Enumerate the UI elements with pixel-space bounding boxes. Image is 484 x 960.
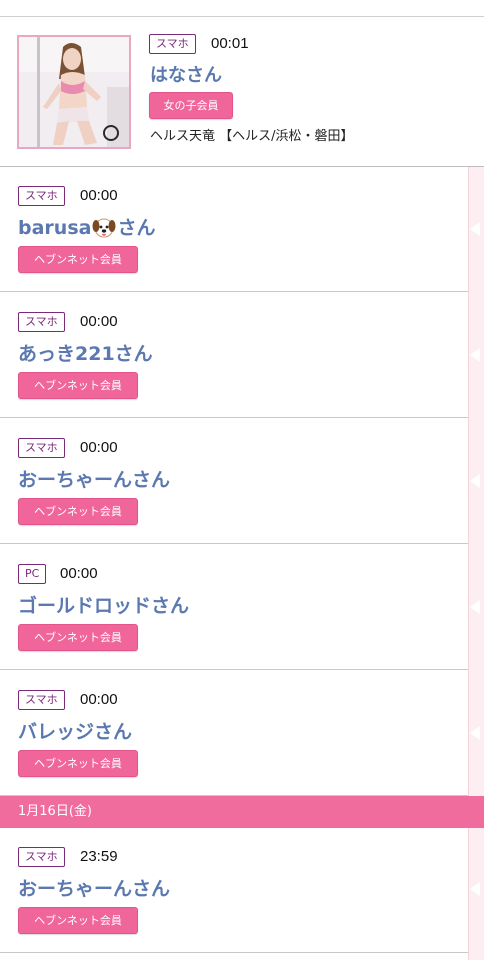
side-notch-icon (470, 222, 480, 236)
visitor-row[interactable]: スマホ 00:00 barusa さん ヘブンネット会員 (0, 167, 468, 292)
visitor-name[interactable]: おーちゃーんさん (18, 874, 170, 901)
shop-name[interactable]: ヘルス天竜 【ヘルス/浜松・磐田】 (150, 125, 354, 144)
device-badge: スマホ (18, 312, 65, 332)
visitor-name-prefix: barusa (18, 217, 92, 239)
visit-time: 00:00 (60, 565, 98, 582)
member-type-badge: 女の子会員 (149, 92, 233, 119)
device-badge: スマホ (18, 186, 65, 206)
visitor-name[interactable]: ゴールドロッドさん (18, 591, 189, 618)
visit-time: 00:01 (211, 35, 249, 52)
visit-time: 23:59 (80, 848, 118, 865)
visit-time: 00:00 (80, 187, 118, 204)
visit-time: 00:00 (80, 691, 118, 708)
side-strip (468, 167, 484, 960)
device-badge: スマホ (149, 34, 196, 54)
side-notch-icon (470, 600, 480, 614)
visitor-row[interactable]: スマホ 00:00 バレッジさん ヘブンネット会員 (0, 671, 468, 796)
dog-emoji-icon (92, 216, 116, 243)
device-badge: スマホ (18, 438, 65, 458)
side-notch-icon (470, 882, 480, 896)
date-header: 1月16日(金) (0, 796, 484, 828)
featured-visitor-row[interactable]: スマホ 00:01 はなさん 女の子会員 ヘルス天竜 【ヘルス/浜松・磐田】 (0, 17, 484, 166)
visitor-name[interactable]: はなさん (150, 61, 222, 87)
visitor-name[interactable]: barusa さん (18, 213, 155, 243)
visit-time: 00:00 (80, 439, 118, 456)
visitor-row[interactable]: スマホ 23:59 おーちゃーんさん ヘブンネット会員 (0, 828, 468, 953)
device-badge: スマホ (18, 847, 65, 867)
visitor-name[interactable]: バレッジさん (18, 717, 132, 744)
side-notch-icon (470, 726, 480, 740)
visitor-name[interactable]: あっき221さん (18, 339, 153, 366)
member-type-badge: ヘブンネット会員 (18, 246, 138, 273)
device-badge: PC (18, 564, 47, 584)
member-type-badge: ヘブンネット会員 (18, 372, 138, 399)
profile-photo-image (19, 37, 129, 147)
visitor-name[interactable]: おーちゃーんさん (18, 465, 170, 492)
side-notch-icon (470, 474, 480, 488)
visitor-name-suffix: さん (117, 217, 156, 239)
device-badge: スマホ (18, 690, 65, 710)
visitor-row[interactable]: スマホ 00:00 あっき221さん ヘブンネット会員 (0, 293, 468, 418)
profile-photo[interactable] (17, 35, 131, 149)
member-type-badge: ヘブンネット会員 (18, 750, 138, 777)
side-notch-icon (470, 348, 480, 362)
member-type-badge: ヘブンネット会員 (18, 624, 138, 651)
visitor-row[interactable]: スマホ 00:00 おーちゃーんさん ヘブンネット会員 (0, 419, 468, 544)
visit-time: 00:00 (80, 313, 118, 330)
visitor-row[interactable]: PC 00:00 ゴールドロッドさん ヘブンネット会員 (0, 545, 468, 670)
member-type-badge: ヘブンネット会員 (18, 498, 138, 525)
member-type-badge: ヘブンネット会員 (18, 907, 138, 934)
